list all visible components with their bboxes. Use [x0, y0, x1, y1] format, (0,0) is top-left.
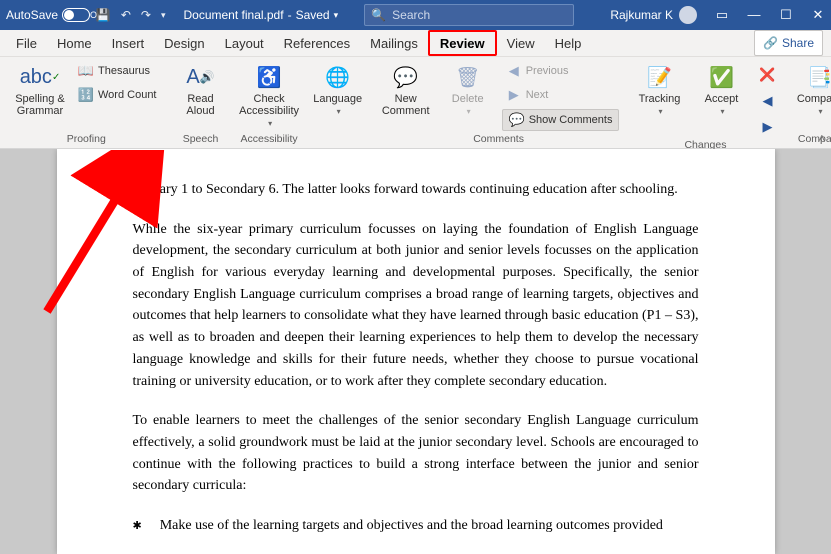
accept-button[interactable]: ✅ Accept: [693, 61, 749, 116]
delete-comment-button: 🗑 Delete: [440, 61, 496, 116]
maximize-icon[interactable]: ☐: [779, 7, 793, 23]
new-comment-button[interactable]: 💬 New Comment: [378, 61, 434, 117]
bullet-text: Make use of the learning targets and obj…: [160, 515, 663, 537]
save-state: Saved: [296, 8, 330, 22]
prev-change-button[interactable]: ◀: [755, 91, 779, 111]
bullet-icon: ✱: [133, 515, 142, 537]
group-proofing: abc✓ Spelling & Grammar 📖Thesaurus 🔢Word…: [6, 59, 167, 148]
reject-icon: ❌: [759, 67, 775, 83]
menu-bar: File Home Insert Design Layout Reference…: [0, 30, 831, 57]
delete-icon: 🗑: [453, 63, 483, 91]
search-input[interactable]: 🔍 Search: [364, 4, 574, 26]
ribbon: abc✓ Spelling & Grammar 📖Thesaurus 🔢Word…: [0, 57, 831, 149]
tab-references[interactable]: References: [274, 30, 360, 56]
search-placeholder: Search: [392, 8, 430, 22]
tab-insert[interactable]: Insert: [102, 30, 155, 56]
word-count-button[interactable]: 🔢Word Count: [74, 85, 161, 105]
compare-button[interactable]: 📑 Compare: [791, 61, 831, 116]
ribbon-display-icon[interactable]: ▭: [715, 7, 729, 23]
compare-icon: 📑: [804, 63, 831, 91]
share-button[interactable]: 🔗 Share: [754, 30, 823, 56]
tab-mailings[interactable]: Mailings: [360, 30, 428, 56]
tracking-icon: 📝: [644, 63, 674, 91]
document-area: Primary 1 to Secondary 6. The latter loo…: [0, 149, 831, 554]
doc-name: Document final.pdf: [184, 8, 284, 22]
spelling-icon: abc✓: [25, 63, 55, 91]
language-icon: 🌐: [323, 63, 353, 91]
autosave-label: AutoSave: [6, 8, 58, 22]
wordcount-icon: 🔢: [78, 87, 94, 103]
autosave-toggle[interactable]: AutoSave Off: [6, 8, 86, 22]
paragraph: Primary 1 to Secondary 6. The latter loo…: [133, 179, 699, 201]
reject-button[interactable]: ❌: [755, 65, 779, 85]
tab-home[interactable]: Home: [47, 30, 102, 56]
minimize-icon[interactable]: —: [747, 7, 761, 23]
tab-review[interactable]: Review: [428, 30, 497, 56]
tab-design[interactable]: Design: [154, 30, 214, 56]
show-comments-button[interactable]: 💬Show Comments: [502, 109, 620, 131]
quick-access-toolbar: 💾 ↶ ↷ ▾: [96, 8, 166, 22]
next-change-icon: ▶: [759, 119, 775, 135]
tracking-button[interactable]: 📝 Tracking: [631, 61, 687, 116]
previous-icon: ◀: [506, 63, 522, 79]
user-name: Rajkumar K: [610, 8, 673, 22]
spelling-grammar-button[interactable]: abc✓ Spelling & Grammar: [12, 61, 68, 117]
next-comment-button: ▶Next: [502, 85, 620, 105]
group-changes: 📝 Tracking ✅ Accept ❌ ◀ ▶ Changes: [625, 59, 785, 148]
bullet-item: ✱ Make use of the learning targets and o…: [133, 515, 699, 537]
group-speech: A🔊 Read Aloud Speech: [167, 59, 235, 148]
paragraph: While the six-year primary curriculum fo…: [133, 219, 699, 393]
thesaurus-button[interactable]: 📖Thesaurus: [74, 61, 161, 81]
paragraph: To enable learners to meet the challenge…: [133, 410, 699, 497]
document-title[interactable]: Document final.pdf - Saved ▾: [184, 8, 339, 22]
document-page[interactable]: Primary 1 to Secondary 6. The latter loo…: [57, 149, 775, 554]
group-comments: 💬 New Comment 🗑 Delete ◀Previous ▶Next 💬…: [372, 59, 626, 148]
readaloud-icon: A🔊: [186, 63, 216, 91]
collapse-ribbon-icon[interactable]: ˄: [819, 133, 825, 145]
user-account[interactable]: Rajkumar K: [610, 6, 697, 24]
tab-file[interactable]: File: [6, 30, 47, 56]
thesaurus-icon: 📖: [78, 63, 94, 79]
accept-icon: ✅: [706, 63, 736, 91]
new-comment-icon: 💬: [391, 63, 421, 91]
read-aloud-button[interactable]: A🔊 Read Aloud: [173, 61, 229, 117]
redo-icon[interactable]: ↷: [141, 8, 151, 22]
search-icon: 🔍: [371, 8, 386, 22]
avatar: [679, 6, 697, 24]
group-language: 🌐 Language: [304, 59, 372, 148]
next-icon: ▶: [506, 87, 522, 103]
next-change-button[interactable]: ▶: [755, 117, 779, 137]
tab-help[interactable]: Help: [545, 30, 592, 56]
share-icon: 🔗: [763, 36, 778, 50]
close-icon[interactable]: ✕: [811, 7, 825, 23]
language-button[interactable]: 🌐 Language: [310, 61, 366, 116]
tab-layout[interactable]: Layout: [215, 30, 274, 56]
toggle-icon: [62, 8, 90, 22]
accessibility-icon: ♿: [254, 63, 284, 91]
check-accessibility-button[interactable]: ♿ Check Accessibility: [241, 61, 297, 128]
show-comments-icon: 💬: [509, 112, 525, 128]
group-accessibility: ♿ Check Accessibility Accessibility: [235, 59, 304, 148]
save-icon[interactable]: 💾: [96, 8, 111, 22]
undo-icon[interactable]: ↶: [121, 8, 131, 22]
previous-comment-button: ◀Previous: [502, 61, 620, 81]
tab-view[interactable]: View: [497, 30, 545, 56]
title-bar: AutoSave Off 💾 ↶ ↷ ▾ Document final.pdf …: [0, 0, 831, 30]
prev-change-icon: ◀: [759, 93, 775, 109]
qat-dropdown-icon[interactable]: ▾: [161, 10, 166, 21]
